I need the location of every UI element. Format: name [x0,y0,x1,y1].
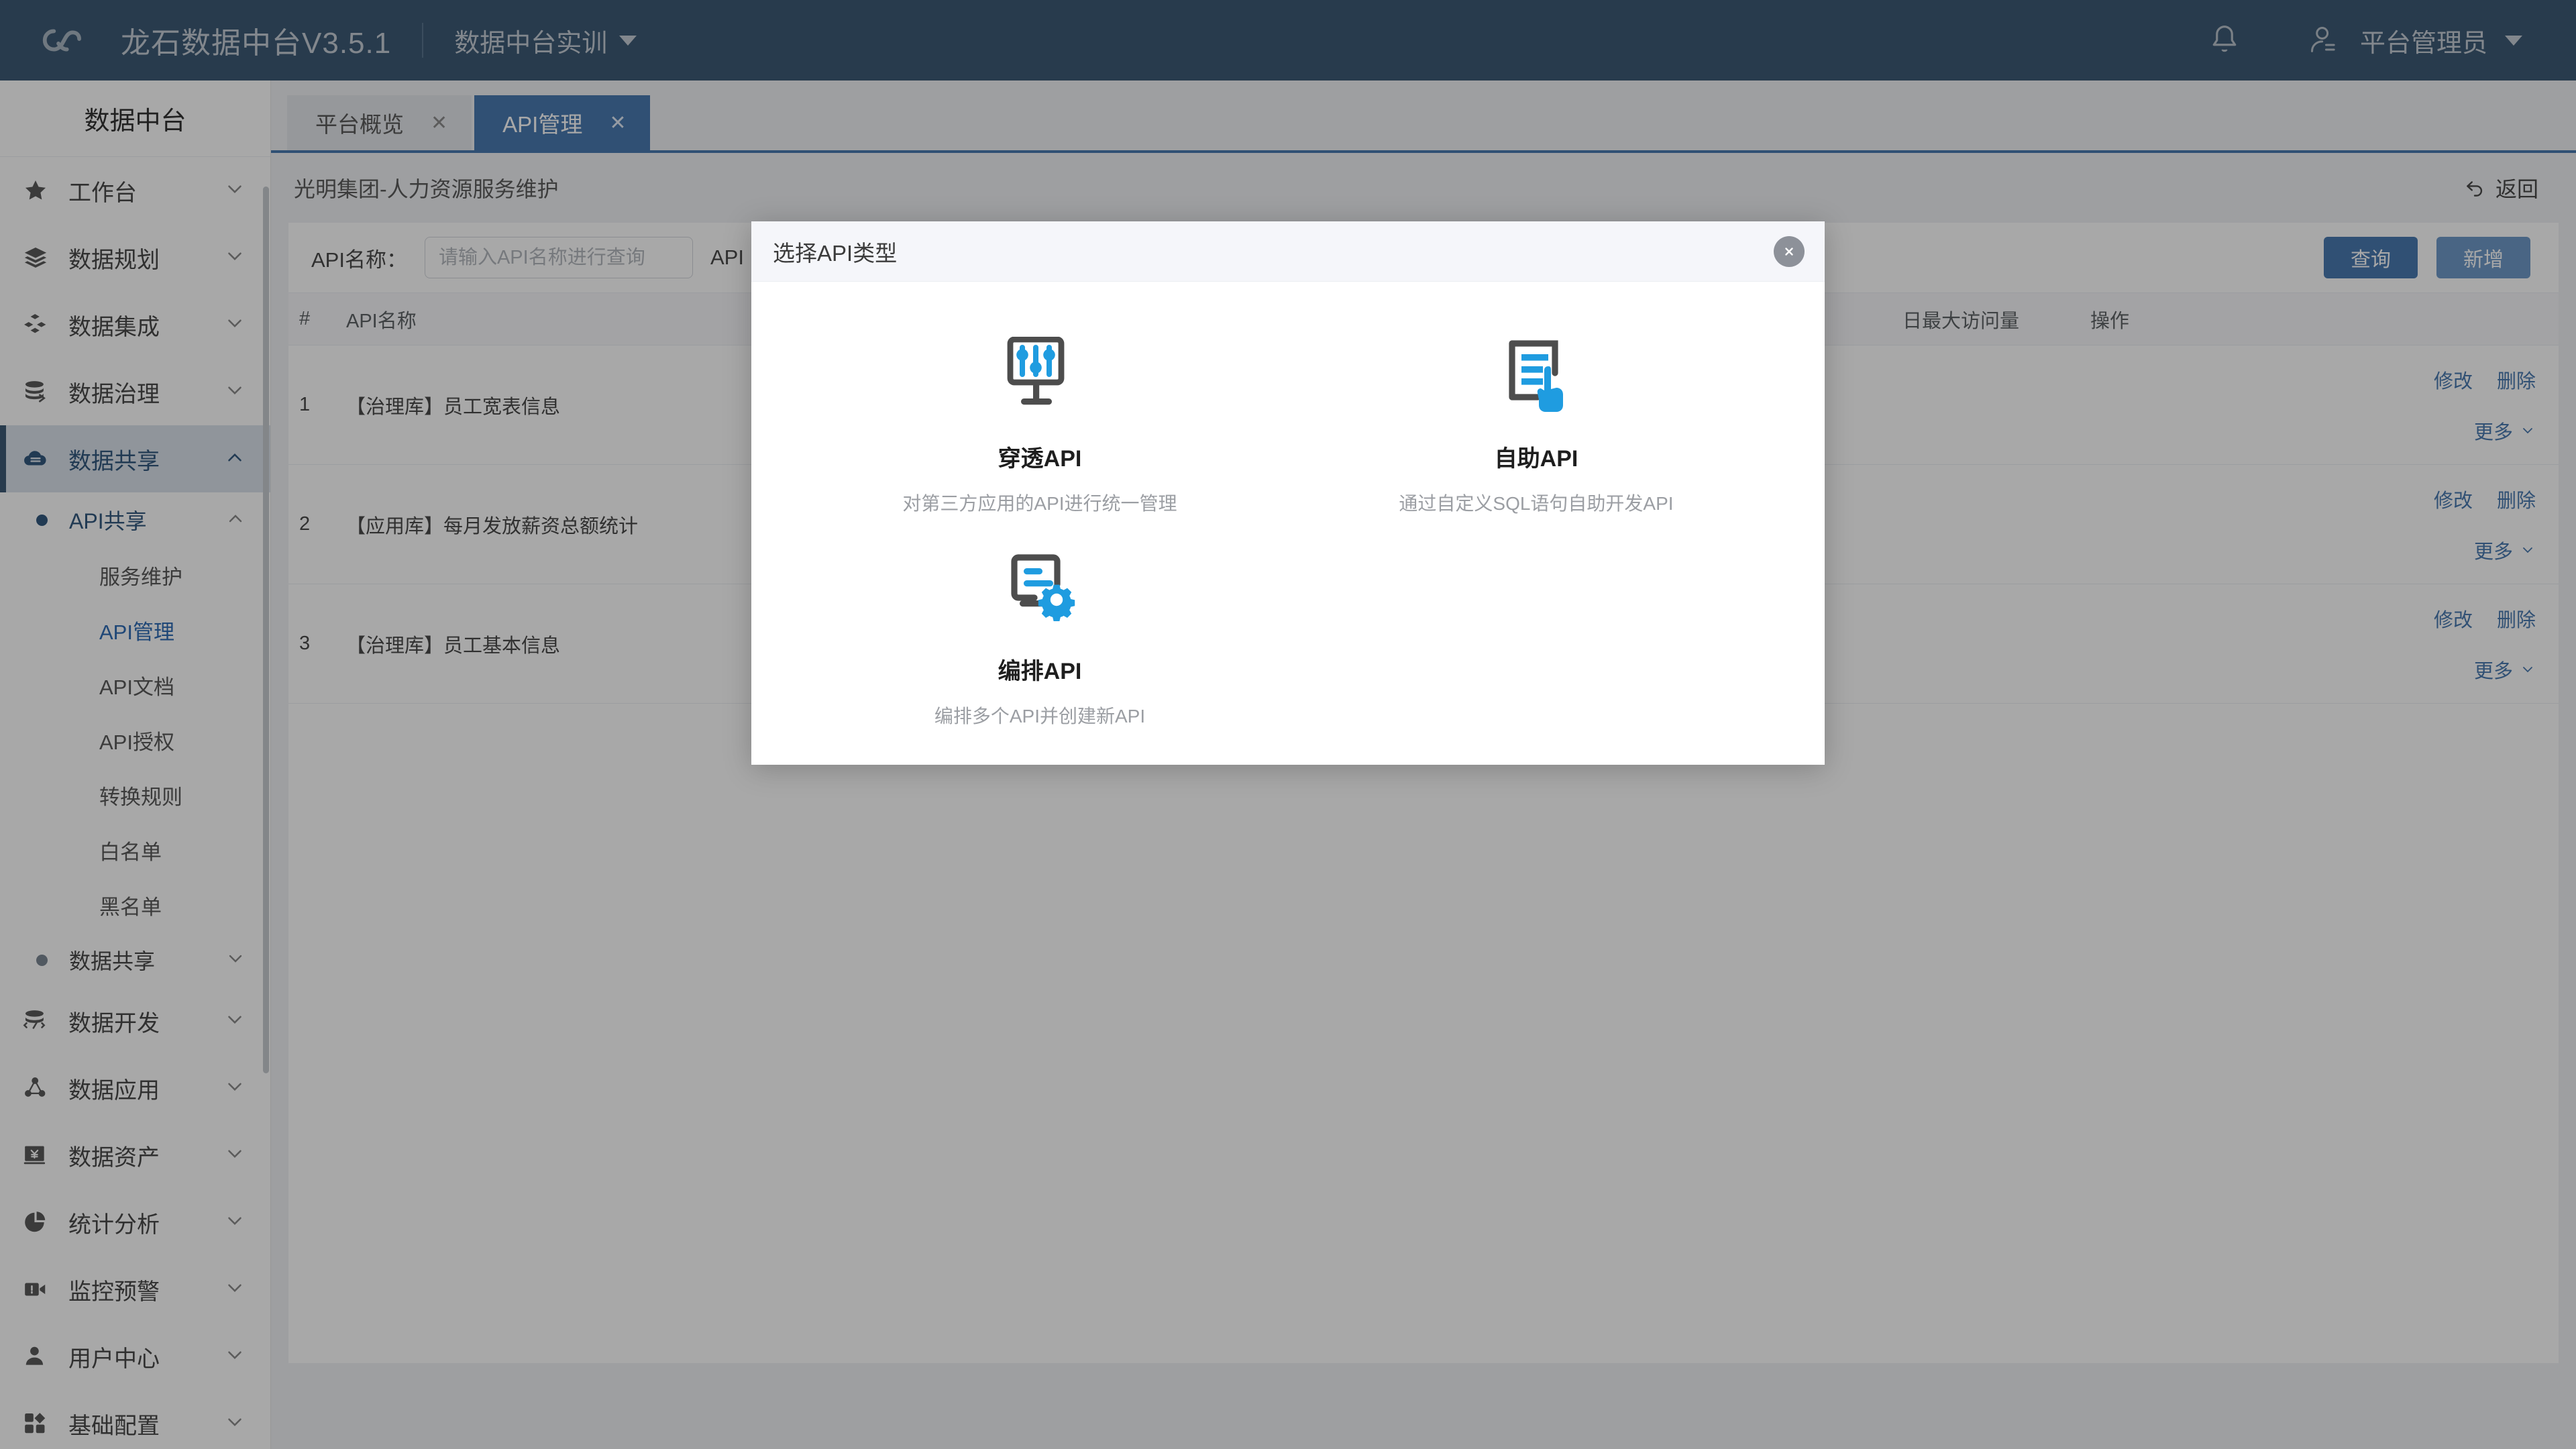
api-type-name: 自助API [1494,446,1578,472]
monitor-sliders-icon [1001,331,1079,416]
api-type-desc: 通过自定义SQL语句自助开发API [1399,493,1674,514]
api-type-grid: 穿透API 对第三方应用的API进行统一管理 自助API 通过自定义SQL语句自… [792,319,1784,735]
api-type-desc: 对第三方应用的API进行统一管理 [902,493,1177,514]
document-hand-icon [1497,331,1575,416]
close-button[interactable] [1774,235,1805,267]
api-type-card-passthrough[interactable]: 穿透API 对第三方应用的API进行统一管理 [865,319,1214,523]
api-type-name: 编排API [998,659,1082,684]
api-type-desc: 编排多个API并创建新API [934,706,1146,727]
api-type-name: 穿透API [998,446,1082,472]
dialog-body: 穿透API 对第三方应用的API进行统一管理 自助API 通过自定义SQL语句自… [751,282,1825,735]
api-type-card-orchestration[interactable]: 编排API 编排多个API并创建新API [865,532,1214,735]
dialog-header: 选择API类型 [751,221,1825,282]
document-gear-icon [1001,544,1079,629]
dialog-title: 选择API类型 [773,240,898,266]
api-type-card-self-service[interactable]: 自助API 通过自定义SQL语句自助开发API [1362,319,1711,523]
close-icon [1785,247,1793,256]
api-type-dialog: 选择API类型 穿透API 对第三方应用的API进行统一管理 自助API 通过自… [751,221,1825,765]
